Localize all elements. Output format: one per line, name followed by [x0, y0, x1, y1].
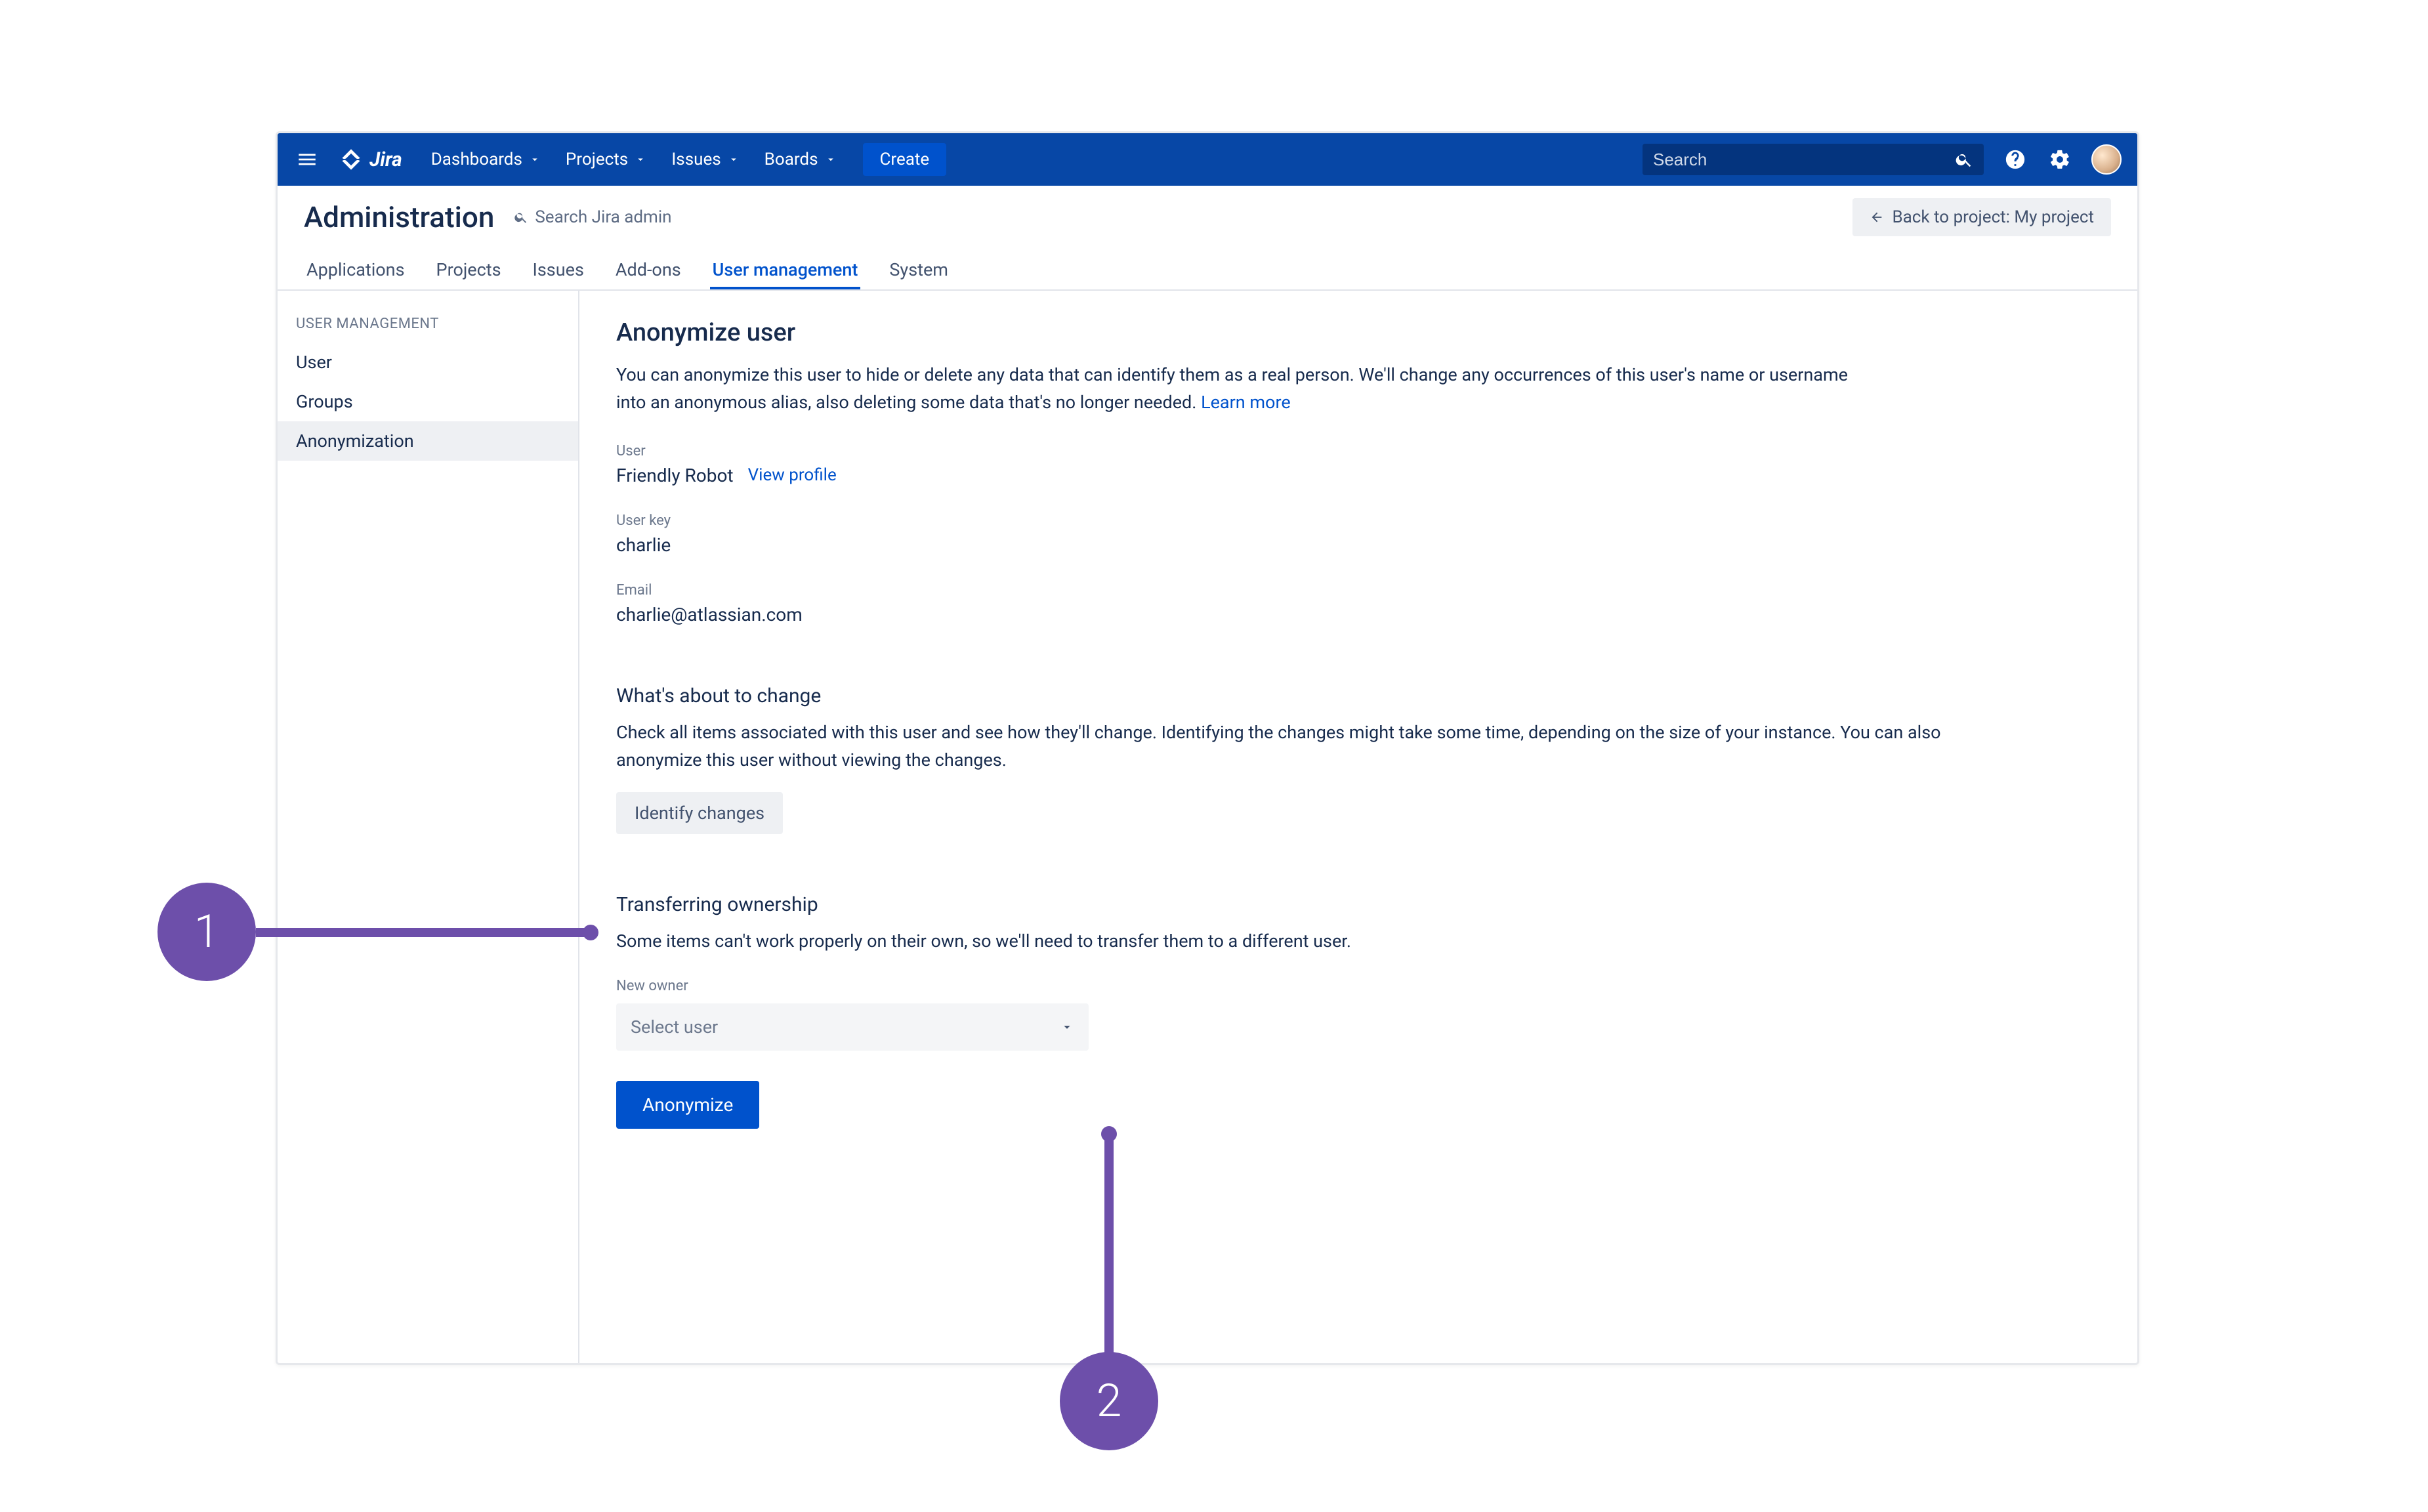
- tab-add-ons[interactable]: Add-ons: [613, 250, 684, 289]
- field-user-label: User: [616, 443, 2101, 459]
- nav-issues-label: Issues: [671, 150, 721, 169]
- menu-icon: [296, 148, 318, 171]
- new-owner-label: New owner: [616, 978, 2101, 994]
- user-management-sidebar: USER MANAGEMENT User Groups Anonymizatio…: [278, 291, 579, 1363]
- field-user-value: Friendly Robot: [616, 465, 734, 486]
- arrow-left-icon: [1870, 210, 1884, 224]
- section-changes-desc: Check all items associated with this use…: [616, 719, 1968, 774]
- learn-more-link[interactable]: Learn more: [1201, 392, 1291, 413]
- tab-applications[interactable]: Applications: [304, 250, 408, 289]
- global-nav-items: Dashboards Projects Issues Boards Create: [429, 143, 947, 176]
- identify-changes-button[interactable]: Identify changes: [616, 792, 783, 834]
- nav-boards[interactable]: Boards: [762, 146, 839, 173]
- settings-button[interactable]: [2047, 146, 2073, 173]
- new-owner-select-placeholder: Select user: [631, 1017, 718, 1038]
- annotation-connector-2: [1104, 1134, 1114, 1357]
- annotation-bubble-1-label: 1: [194, 905, 220, 959]
- profile-avatar[interactable]: [2091, 144, 2122, 175]
- tab-system[interactable]: System: [887, 250, 951, 289]
- section-changes-title: What's about to change: [616, 684, 2101, 707]
- page-title: Anonymize user: [616, 318, 2101, 347]
- global-search-input[interactable]: [1643, 144, 1984, 175]
- chevron-down-icon: [1060, 1020, 1074, 1034]
- jira-logo[interactable]: Jira: [339, 148, 402, 171]
- main-content: Anonymize user You can anonymize this us…: [579, 291, 2137, 1363]
- annotation-bubble-2-label: 2: [1097, 1374, 1122, 1428]
- global-nav-bar: Jira Dashboards Projects Issues Boards: [278, 133, 2137, 186]
- admin-title: Administration: [304, 200, 494, 234]
- app-switcher-button[interactable]: [293, 146, 321, 173]
- jira-wordmark: Jira: [369, 148, 402, 171]
- search-icon: [1955, 150, 1973, 169]
- tab-user-management[interactable]: User management: [710, 250, 861, 289]
- sidebar-item-user[interactable]: User: [278, 343, 578, 382]
- section-transfer-title: Transferring ownership: [616, 893, 2101, 916]
- chevron-down-icon: [529, 154, 541, 165]
- sidebar-heading: USER MANAGEMENT: [278, 310, 578, 343]
- global-search-field[interactable]: [1653, 150, 1955, 170]
- back-to-project-button[interactable]: Back to project: My project: [1852, 198, 2111, 236]
- create-button[interactable]: Create: [863, 143, 947, 176]
- back-to-project-label: Back to project: My project: [1892, 207, 2094, 227]
- tab-issues[interactable]: Issues: [530, 250, 587, 289]
- nav-dashboards[interactable]: Dashboards: [429, 146, 543, 173]
- chevron-down-icon: [825, 154, 837, 165]
- nav-boards-label: Boards: [764, 150, 818, 169]
- annotation-bubble-1: 1: [157, 883, 256, 981]
- anonymize-button[interactable]: Anonymize: [616, 1081, 759, 1129]
- admin-search-placeholder: Search Jira admin: [535, 207, 671, 227]
- annotation-bubble-2: 2: [1060, 1352, 1158, 1450]
- jira-mark-icon: [339, 148, 363, 171]
- admin-search[interactable]: Search Jira admin: [514, 207, 671, 227]
- jira-admin-window: Jira Dashboards Projects Issues Boards: [276, 131, 2139, 1365]
- nav-projects-label: Projects: [566, 150, 628, 169]
- annotation-connector-1: [256, 928, 591, 937]
- field-user-key-value: charlie: [616, 534, 2101, 556]
- sidebar-item-groups[interactable]: Groups: [278, 382, 578, 421]
- annotation-endpoint-2: [1101, 1126, 1117, 1142]
- chevron-down-icon: [728, 154, 740, 165]
- sidebar-item-anonymization[interactable]: Anonymization: [278, 421, 578, 461]
- admin-body: USER MANAGEMENT User Groups Anonymizatio…: [278, 291, 2137, 1363]
- field-email-label: Email: [616, 582, 2101, 598]
- annotation-endpoint-1: [583, 925, 598, 940]
- tab-projects[interactable]: Projects: [434, 250, 504, 289]
- page-description: You can anonymize this user to hide or d…: [616, 362, 1863, 417]
- field-email-value: charlie@atlassian.com: [616, 604, 2101, 625]
- nav-issues[interactable]: Issues: [669, 146, 742, 173]
- help-button[interactable]: [2002, 146, 2028, 173]
- nav-projects[interactable]: Projects: [563, 146, 649, 173]
- help-icon: [2004, 148, 2026, 171]
- new-owner-select[interactable]: Select user: [616, 1003, 1089, 1051]
- chevron-down-icon: [635, 154, 646, 165]
- view-profile-link[interactable]: View profile: [748, 465, 837, 485]
- search-icon: [514, 210, 528, 224]
- admin-tabs: Applications Projects Issues Add-ons Use…: [278, 249, 2137, 291]
- gear-icon: [2049, 148, 2071, 171]
- field-user-key-label: User key: [616, 513, 2101, 529]
- admin-subheader: Administration Search Jira admin Back to…: [278, 186, 2137, 249]
- section-transfer-desc: Some items can't work properly on their …: [616, 928, 1968, 956]
- nav-dashboards-label: Dashboards: [431, 150, 522, 169]
